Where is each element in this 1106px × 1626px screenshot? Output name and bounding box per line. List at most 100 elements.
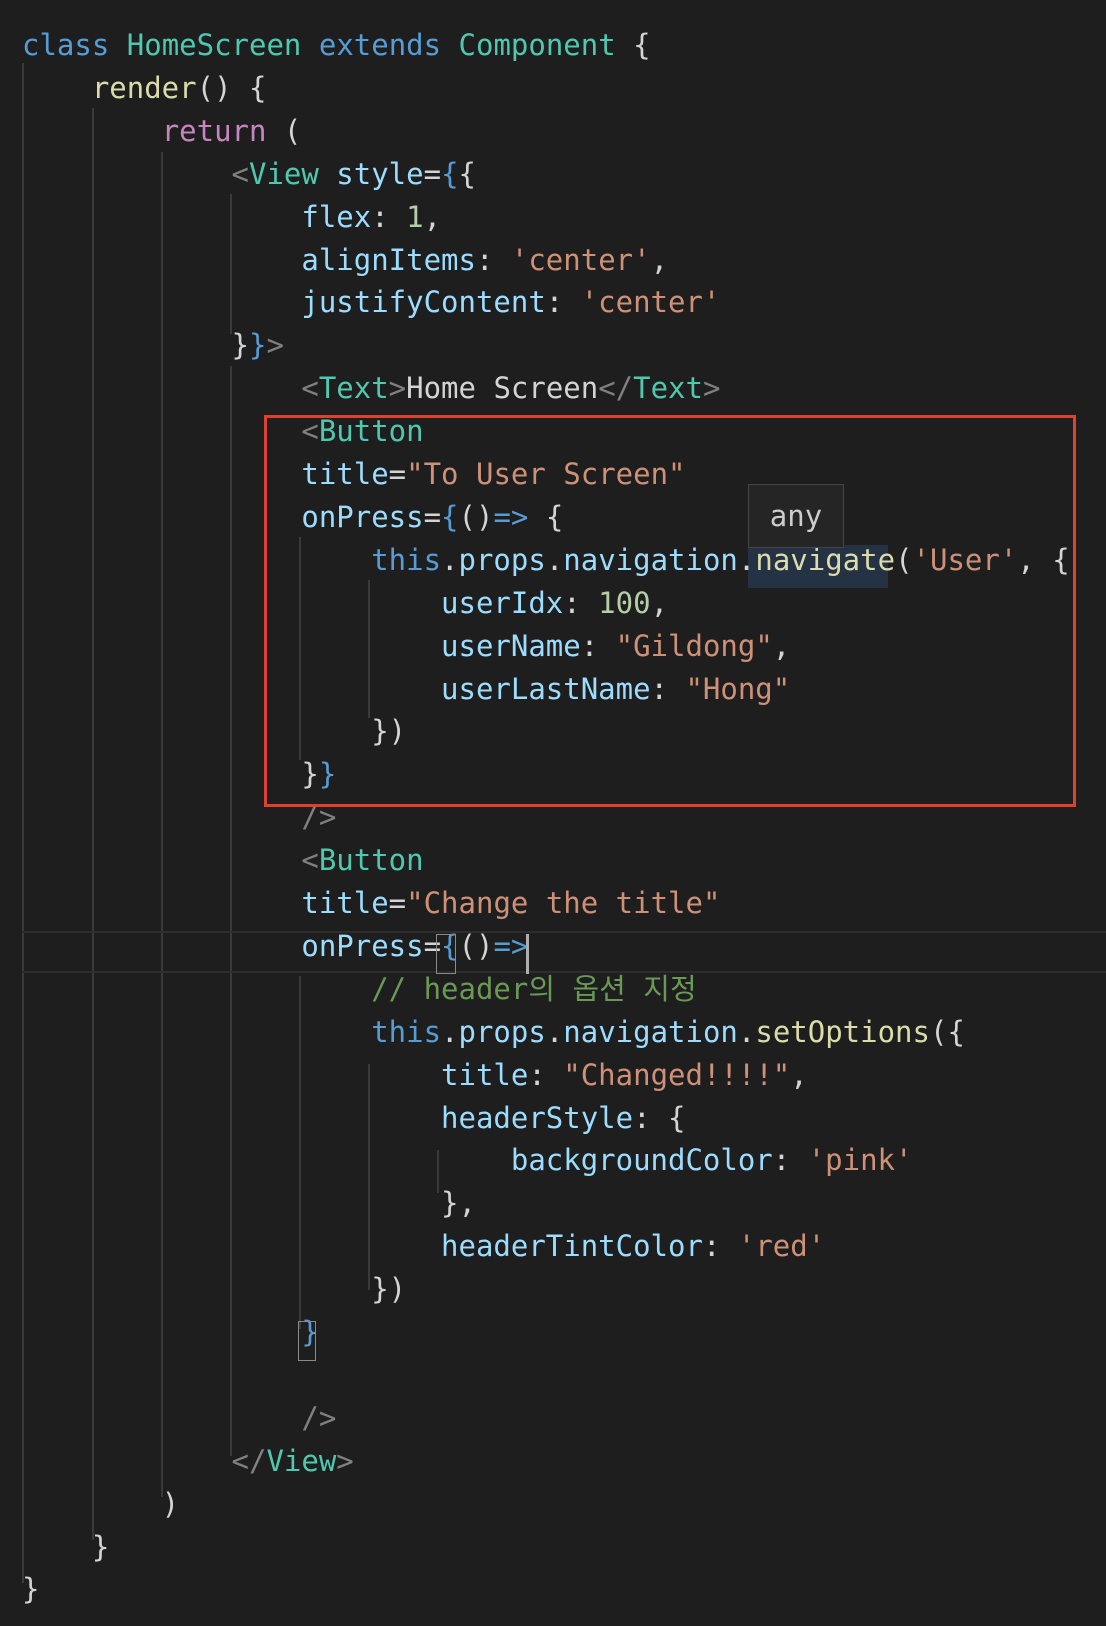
code-token: . xyxy=(737,1014,756,1049)
code-token: </ xyxy=(598,371,634,406)
annotation-highlight-box xyxy=(264,415,1076,807)
code-token: 'center' xyxy=(580,285,721,320)
code-token: flex xyxy=(301,199,372,234)
code-token: headerStyle xyxy=(441,1100,634,1135)
code-line[interactable]: }}> xyxy=(22,324,284,367)
code-token: , xyxy=(650,242,669,277)
code-token: 'center' xyxy=(510,242,651,277)
code-line[interactable]: } xyxy=(22,1526,109,1569)
code-token: style xyxy=(336,156,424,191)
code-line[interactable]: backgroundColor: 'pink' xyxy=(22,1139,913,1182)
bracket-match-indicator xyxy=(436,934,456,974)
code-token: View xyxy=(266,1443,337,1478)
code-line[interactable]: class HomeScreen extends Component { xyxy=(22,24,651,67)
code-token: ({ xyxy=(929,1014,965,1049)
code-token: : xyxy=(475,242,511,277)
code-token: } xyxy=(248,328,267,363)
code-token: HomeScreen xyxy=(126,28,302,62)
code-token: Text xyxy=(633,371,703,406)
code-token: : xyxy=(545,285,581,320)
code-line[interactable]: render() { xyxy=(22,67,267,110)
code-token: "Changed!!!!" xyxy=(563,1057,791,1092)
code-token: < xyxy=(301,371,319,406)
code-line[interactable]: <Text>Home Screen</Text> xyxy=(22,367,720,410)
code-token: > xyxy=(336,1443,354,1478)
code-token: setOptions xyxy=(755,1014,930,1049)
bracket-match-indicator xyxy=(298,1321,316,1361)
code-line[interactable]: // header의 옵션 지정 xyxy=(22,968,696,1011)
code-line[interactable]: /> xyxy=(22,1397,336,1440)
code-line[interactable]: title="Change the title" xyxy=(22,882,720,925)
code-line[interactable]: alignItems: 'center', xyxy=(22,239,668,282)
code-token: backgroundColor xyxy=(510,1143,773,1178)
code-line[interactable]: }) xyxy=(22,1268,406,1311)
code-token: < xyxy=(231,156,249,191)
code-token: 'pink' xyxy=(807,1143,913,1178)
code-token: </ xyxy=(231,1443,267,1478)
code-token: } xyxy=(22,328,249,363)
code-line[interactable]: <View style={{ xyxy=(22,153,477,196)
code-token: props xyxy=(458,1014,546,1049)
code-line[interactable]: </View> xyxy=(22,1440,354,1483)
code-token: > xyxy=(266,328,284,363)
code-token: alignItems xyxy=(301,242,476,277)
code-token: } xyxy=(22,1529,110,1564)
code-line[interactable]: return ( xyxy=(22,110,302,153)
code-token: class xyxy=(22,28,110,62)
code-line[interactable]: ) xyxy=(22,1483,179,1526)
code-token: < xyxy=(301,843,319,878)
code-token: { xyxy=(441,156,459,191)
code-token: 1 xyxy=(406,199,424,234)
code-token: Button xyxy=(318,843,424,878)
code-token: : xyxy=(371,199,407,234)
code-line[interactable]: title: "Changed!!!!", xyxy=(22,1054,808,1097)
code-token: return xyxy=(161,113,267,148)
code-token: Home Screen xyxy=(406,371,599,406)
code-line[interactable]: this.props.navigation.setOptions({ xyxy=(22,1011,965,1054)
code-token: title xyxy=(441,1057,529,1092)
code-token: 'red' xyxy=(737,1229,826,1264)
code-token: "Change the title" xyxy=(406,886,721,920)
text-caret xyxy=(526,934,529,974)
code-token: : xyxy=(528,1057,564,1092)
code-token: navigation xyxy=(563,1014,738,1049)
code-line[interactable]: }, xyxy=(22,1182,476,1225)
code-token: } xyxy=(22,1572,40,1607)
code-line[interactable]: headerTintColor: 'red' xyxy=(22,1225,825,1268)
code-token: . xyxy=(545,1014,564,1049)
code-token: /> xyxy=(301,1400,337,1435)
code-token: = xyxy=(423,156,442,191)
code-line[interactable]: <Button xyxy=(22,839,424,882)
code-line[interactable]: } xyxy=(22,1568,39,1611)
code-line[interactable]: } xyxy=(22,1311,318,1354)
code-token: > xyxy=(702,371,721,406)
code-token: { xyxy=(615,28,651,62)
code-token: Component xyxy=(458,28,616,62)
code-line[interactable]: headerStyle: { xyxy=(22,1097,685,1140)
code-token: ( xyxy=(266,113,302,148)
code-token: justifyContent xyxy=(301,285,546,320)
code-editor[interactable]: class HomeScreen extends Component { ren… xyxy=(0,0,1106,1626)
code-token: this xyxy=(371,1014,442,1049)
code-line[interactable]: justifyContent: 'center' xyxy=(22,281,720,324)
code-token: extends xyxy=(318,28,442,62)
code-token: render xyxy=(91,70,197,105)
code-line[interactable]: flex: 1, xyxy=(22,196,441,239)
